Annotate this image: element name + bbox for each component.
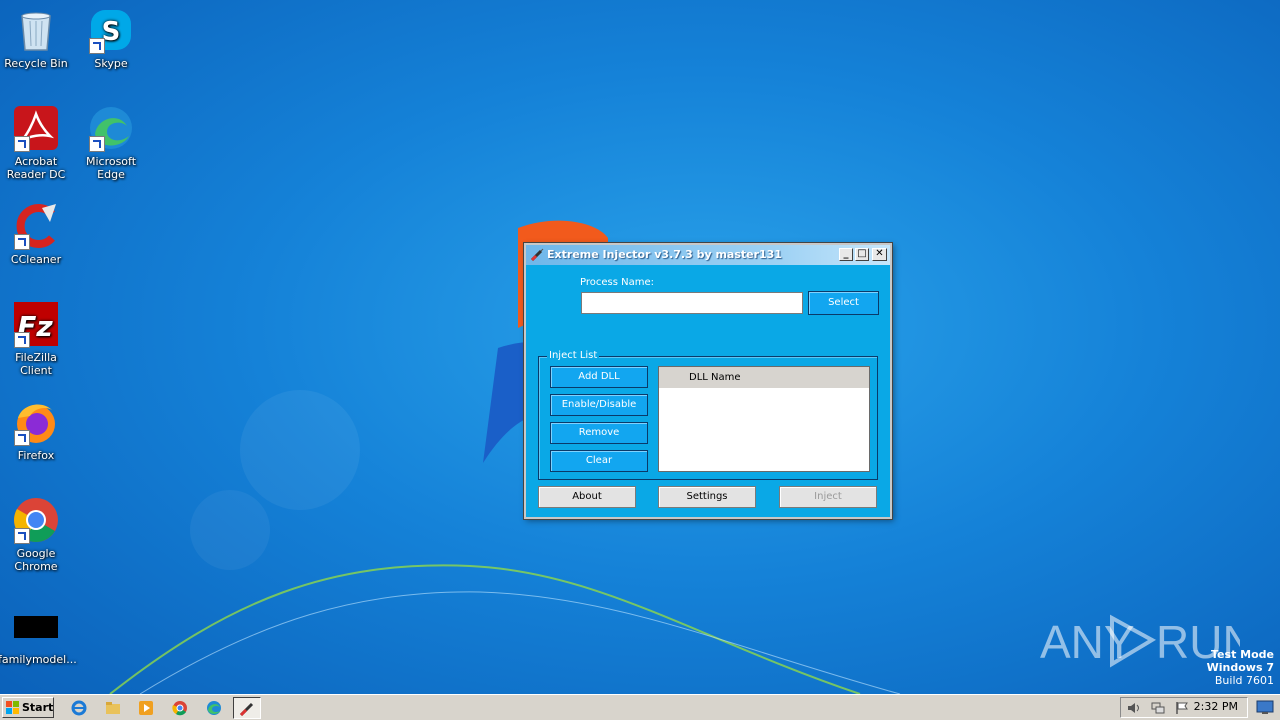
title-bar[interactable]: Extreme Injector v3.7.3 by master131 _ □… <box>526 245 890 265</box>
window-title: Extreme Injector v3.7.3 by master131 <box>547 248 782 261</box>
inject-list-legend: Inject List <box>547 349 600 363</box>
dll-list[interactable]: DLL Name <box>658 366 870 472</box>
shortcut-arrow-icon <box>89 136 105 152</box>
dll-name-column-header[interactable]: DLL Name <box>659 367 869 388</box>
edge-icon <box>207 701 221 715</box>
recycle-bin-icon <box>21 12 51 51</box>
taskbar-chrome[interactable] <box>167 697 195 719</box>
start-button[interactable]: Start <box>2 697 54 718</box>
shortcut-arrow-icon <box>14 332 30 348</box>
desktop-icon-label: Skype <box>94 57 128 70</box>
taskbar-file-explorer[interactable] <box>100 697 128 719</box>
taskbar: Start 2:32 PM <box>0 694 1280 720</box>
desktop-icon-label: Recycle Bin <box>4 57 68 70</box>
desktop-icon-recycle-bin[interactable]: Recycle Bin <box>0 6 74 70</box>
desktop-icon-skype[interactable]: S Skype <box>73 6 149 70</box>
desktop-icon-label: Google Chrome <box>14 547 58 573</box>
shortcut-arrow-icon <box>14 234 30 250</box>
about-button[interactable]: About <box>538 486 636 508</box>
desktop-icon-label: FileZilla Client <box>15 351 57 377</box>
desktop-icon-label: familymodel... <box>0 653 77 666</box>
enable-disable-button[interactable]: Enable/Disable <box>550 394 648 416</box>
extreme-injector-window: Extreme Injector v3.7.3 by master131 _ □… <box>524 243 892 519</box>
taskbar-media-player[interactable] <box>133 697 161 719</box>
desktop-icon-google-chrome[interactable]: Google Chrome <box>0 496 74 573</box>
folder-icon <box>106 702 120 714</box>
desktop-icon-label: Acrobat Reader DC <box>6 155 66 181</box>
inject-button: Inject <box>779 486 877 508</box>
watermark-line-2: Windows 7 <box>1206 661 1274 674</box>
desktop-icon-firefox[interactable]: Firefox <box>0 398 74 462</box>
volume-icon[interactable] <box>1127 701 1141 715</box>
process-name-label: Process Name: <box>580 277 654 288</box>
taskbar-extreme-injector[interactable] <box>233 697 261 719</box>
minimize-button[interactable]: _ <box>839 248 853 261</box>
chrome-icon <box>172 701 187 716</box>
desktop-icon-ccleaner[interactable]: CCleaner <box>0 202 74 266</box>
shortcut-arrow-icon <box>14 528 30 544</box>
process-name-input[interactable] <box>581 292 803 314</box>
desktop-icon-microsoft-edge[interactable]: Microsoft Edge <box>73 104 149 181</box>
media-player-icon <box>139 701 153 715</box>
shortcut-arrow-icon <box>14 430 30 446</box>
syringe-icon <box>239 702 254 717</box>
test-mode-watermark: Test Mode Windows 7 Build 7601 <box>1207 648 1274 687</box>
desktop-icon-label: Microsoft Edge <box>85 155 137 181</box>
start-label: Start <box>22 701 54 714</box>
desktop-icon-familymodel[interactable]: familymodel... <box>0 612 77 666</box>
network-icon[interactable] <box>1151 701 1165 715</box>
action-center-flag-icon[interactable] <box>1175 701 1189 715</box>
add-dll-button[interactable]: Add DLL <box>550 366 648 388</box>
syringe-icon <box>530 248 544 262</box>
clear-button[interactable]: Clear <box>550 450 648 472</box>
settings-button[interactable]: Settings <box>658 486 756 508</box>
taskbar-edge[interactable] <box>201 697 229 719</box>
desktop-icon-filezilla[interactable]: Fz FileZilla Client <box>0 300 74 377</box>
taskbar-internet-explorer[interactable] <box>66 697 94 719</box>
taskbar-clock[interactable]: 2:32 PM <box>1194 695 1238 719</box>
internet-explorer-icon <box>71 700 87 716</box>
watermark-line-1: Test Mode <box>1211 648 1274 661</box>
desktop-icon-label: CCleaner <box>10 253 62 266</box>
document-thumbnail-icon <box>14 616 58 638</box>
shortcut-arrow-icon <box>14 136 30 152</box>
desktop-icon-acrobat-reader[interactable]: Acrobat Reader DC <box>0 104 74 181</box>
show-desktop-button[interactable] <box>1256 699 1274 715</box>
desktop-icon-label: Firefox <box>17 449 55 462</box>
watermark-line-3: Build 7601 <box>1214 674 1274 687</box>
close-button[interactable]: ✕ <box>872 248 887 261</box>
shortcut-arrow-icon <box>89 38 105 54</box>
maximize-button[interactable]: □ <box>855 248 869 261</box>
windows-flag-icon <box>6 701 19 714</box>
select-process-button[interactable]: Select <box>808 291 879 315</box>
remove-button[interactable]: Remove <box>550 422 648 444</box>
show-desktop-icon <box>1256 700 1274 714</box>
